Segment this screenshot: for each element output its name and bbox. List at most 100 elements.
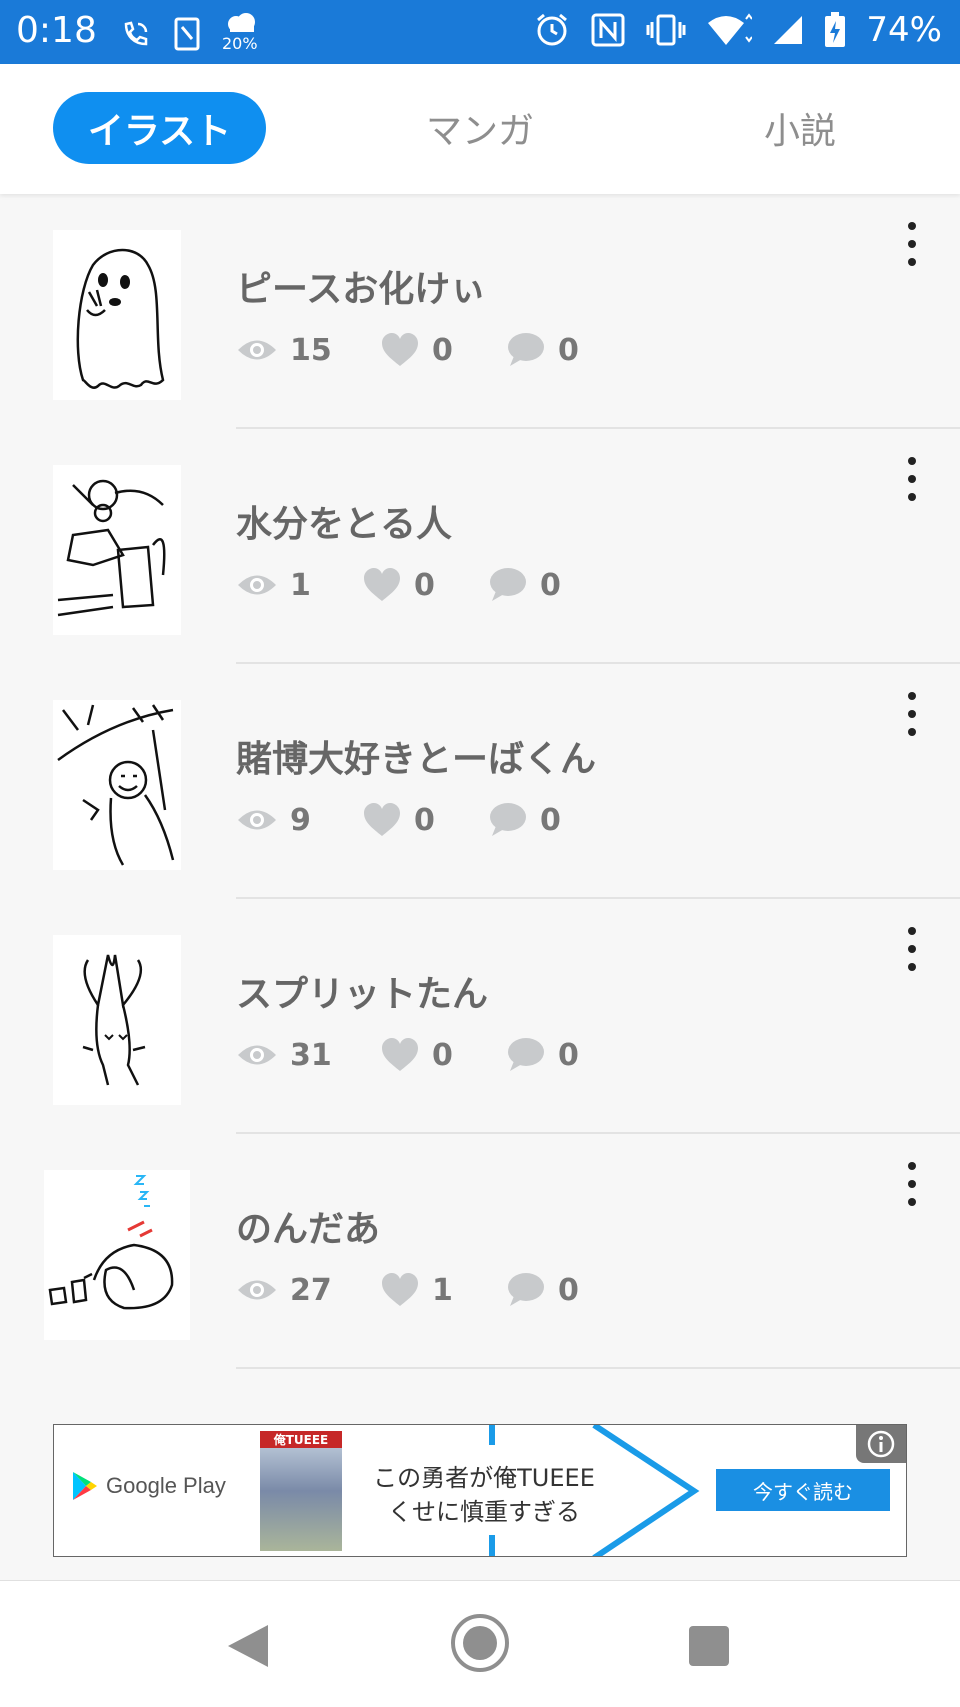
list-item[interactable]: 水分をとる人 1 0 0 bbox=[0, 429, 960, 664]
thumbnail-image[interactable] bbox=[53, 935, 181, 1105]
heart-icon bbox=[382, 1273, 418, 1306]
wifi-icon bbox=[708, 13, 753, 45]
eye-icon bbox=[238, 1280, 276, 1300]
google-play-label: Google Play bbox=[106, 1473, 226, 1498]
eye-icon bbox=[238, 340, 276, 360]
heart-icon bbox=[364, 803, 400, 836]
gambler-drawing-icon bbox=[57, 704, 175, 866]
post-title[interactable]: スプリットたん bbox=[236, 965, 488, 1017]
ad-headline-line1: この勇者が俺TUEEE bbox=[373, 1464, 595, 1492]
weather-percent: 20% bbox=[222, 34, 258, 53]
more-options-icon[interactable] bbox=[900, 927, 924, 971]
view-count: 31 bbox=[236, 1038, 380, 1073]
battery-charging-icon bbox=[825, 12, 846, 47]
status-time: 0:18 bbox=[16, 10, 97, 51]
recent-apps-icon[interactable] bbox=[689, 1626, 729, 1666]
post-stats: 15 0 0 bbox=[236, 330, 579, 370]
more-options-icon[interactable] bbox=[900, 222, 924, 266]
ad-headline-line2: くせに慎重すぎる bbox=[388, 1498, 580, 1526]
tab-novel[interactable]: 小説 bbox=[700, 92, 900, 164]
home-icon[interactable] bbox=[450, 1613, 510, 1673]
comment-icon bbox=[490, 568, 526, 601]
like-count-value: 0 bbox=[414, 802, 435, 838]
comment-count: 0 bbox=[506, 1272, 579, 1308]
weather-cloud-icon bbox=[228, 13, 255, 32]
like-count: 1 bbox=[380, 1272, 506, 1308]
comment-count: 0 bbox=[506, 332, 579, 368]
tab-manga[interactable]: マンガ bbox=[380, 92, 580, 164]
ghost-drawing-icon bbox=[76, 248, 165, 389]
heart-icon bbox=[382, 1038, 418, 1071]
nfc-icon bbox=[591, 13, 625, 47]
book-cover-title: 俺TUEEE bbox=[260, 1431, 342, 1448]
comment-count-value: 0 bbox=[558, 1272, 579, 1308]
more-options-icon[interactable] bbox=[900, 457, 924, 501]
like-count: 0 bbox=[362, 567, 488, 603]
book-cover-image: 俺TUEEE bbox=[260, 1431, 342, 1551]
list-item[interactable]: 賭博大好きとーばくん 9 0 0 bbox=[0, 664, 960, 899]
eye-icon bbox=[238, 575, 276, 595]
google-play-icon bbox=[73, 1472, 97, 1500]
info-icon bbox=[867, 1430, 895, 1458]
view-count-value: 1 bbox=[290, 567, 311, 603]
view-count-value: 27 bbox=[290, 1272, 332, 1308]
comment-icon bbox=[508, 333, 544, 366]
like-count-value: 0 bbox=[414, 567, 435, 603]
list-item[interactable]: のんだあ 27 1 0 bbox=[0, 1134, 960, 1369]
post-stats: 9 0 0 bbox=[236, 800, 561, 840]
post-title[interactable]: 水分をとる人 bbox=[236, 495, 452, 547]
more-options-icon[interactable] bbox=[900, 692, 924, 736]
alarm-icon bbox=[537, 13, 568, 46]
thumbnail-image[interactable] bbox=[44, 1170, 190, 1340]
post-title[interactable]: 賭博大好きとーばくん bbox=[236, 730, 596, 782]
like-count-value: 1 bbox=[432, 1272, 453, 1308]
list-item[interactable]: ピースお化けぃ 15 0 0 bbox=[0, 194, 960, 429]
view-count: 15 bbox=[236, 333, 380, 368]
post-stats: 1 0 0 bbox=[236, 565, 561, 605]
comment-icon bbox=[508, 1273, 544, 1306]
view-count: 27 bbox=[236, 1273, 380, 1308]
more-options-icon[interactable] bbox=[900, 1162, 924, 1206]
post-list: ピースお化けぃ 15 0 0 水分をとる人 1 0 0 賭博大好きとーばくん 9… bbox=[0, 194, 960, 1404]
comment-count: 0 bbox=[488, 802, 561, 838]
signal-icon bbox=[774, 16, 803, 44]
thumbnail-image[interactable] bbox=[53, 465, 181, 635]
heart-icon bbox=[382, 333, 418, 366]
post-title[interactable]: のんだあ bbox=[236, 1200, 380, 1252]
comment-icon bbox=[490, 803, 526, 836]
system-nav-bar bbox=[0, 1580, 960, 1707]
like-count-value: 0 bbox=[432, 1037, 453, 1073]
post-stats: 27 1 0 bbox=[236, 1270, 579, 1310]
thumbnail-image[interactable] bbox=[53, 230, 181, 400]
category-tabs: イラスト マンガ 小説 bbox=[0, 64, 960, 194]
list-item[interactable]: スプリットたん 31 0 0 bbox=[0, 899, 960, 1134]
tab-illust[interactable]: イラスト bbox=[53, 92, 266, 164]
battery-percent: 74% bbox=[866, 10, 942, 50]
divider bbox=[236, 1367, 960, 1369]
ad-banner[interactable]: Google Play 俺TUEEE この勇者が俺TUEEE くせに慎重すぎる … bbox=[53, 1424, 907, 1557]
post-title[interactable]: ピースお化けぃ bbox=[236, 260, 486, 312]
view-count-value: 9 bbox=[290, 802, 311, 838]
comment-count: 0 bbox=[488, 567, 561, 603]
comment-count: 0 bbox=[506, 1037, 579, 1073]
view-count: 9 bbox=[236, 803, 362, 838]
like-count: 0 bbox=[380, 332, 506, 368]
view-count: 1 bbox=[236, 568, 362, 603]
comment-count-value: 0 bbox=[540, 567, 561, 603]
sim-card-icon bbox=[174, 17, 200, 51]
eye-icon bbox=[238, 810, 276, 830]
ad-read-now-button[interactable]: 今すぐ読む bbox=[716, 1469, 890, 1511]
back-icon[interactable] bbox=[226, 1623, 270, 1669]
view-count-value: 31 bbox=[290, 1037, 332, 1073]
like-count-value: 0 bbox=[432, 332, 453, 368]
comment-count-value: 0 bbox=[558, 332, 579, 368]
thumbnail-image[interactable] bbox=[53, 700, 181, 870]
vibrate-icon bbox=[646, 14, 686, 46]
comment-icon bbox=[508, 1038, 544, 1071]
like-count: 0 bbox=[362, 802, 488, 838]
sleeping-drawing-icon bbox=[48, 1175, 174, 1310]
wifi-calling-icon bbox=[124, 21, 148, 46]
ad-headline: この勇者が俺TUEEE くせに慎重すぎる bbox=[364, 1461, 604, 1529]
ad-info-icon[interactable] bbox=[856, 1425, 906, 1463]
comment-count-value: 0 bbox=[540, 802, 561, 838]
